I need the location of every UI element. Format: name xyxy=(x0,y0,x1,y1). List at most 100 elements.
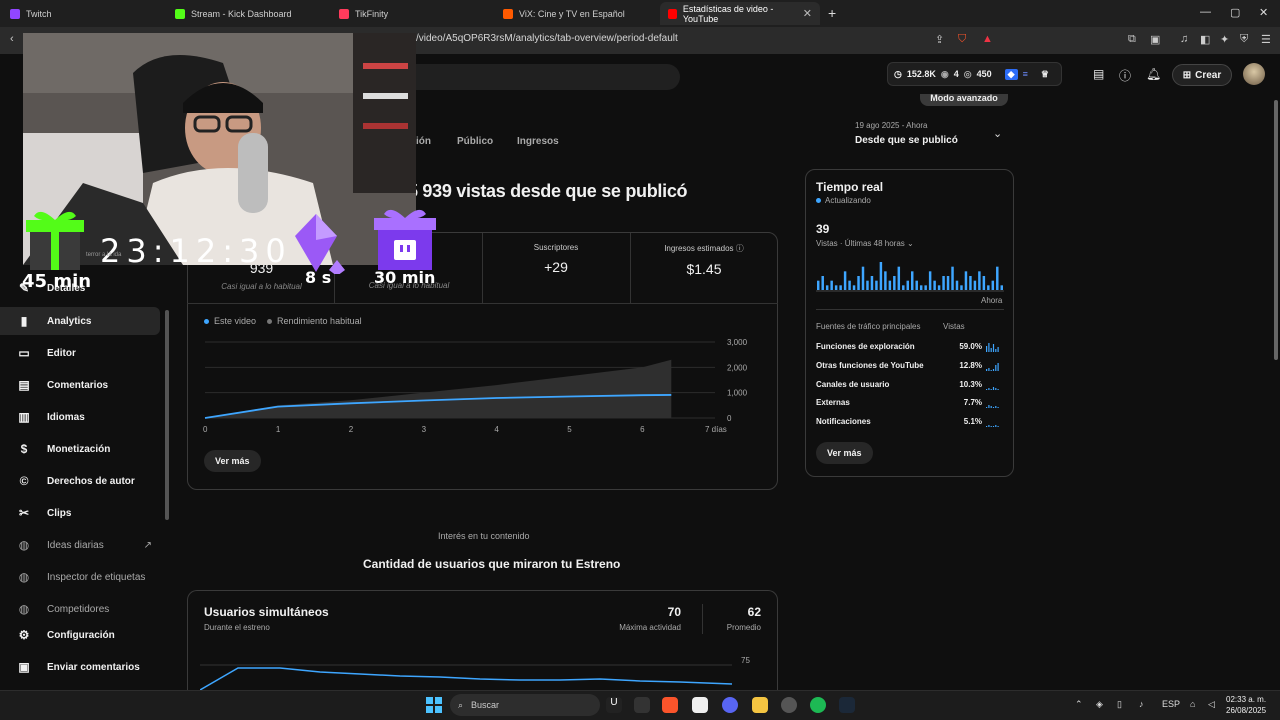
realtime-bar xyxy=(866,280,869,290)
share-icon[interactable]: ⇪ xyxy=(935,33,944,46)
close-tab-icon[interactable]: ✕ xyxy=(803,7,812,20)
tray-chevron-up-icon[interactable]: ⌃ xyxy=(1075,699,1083,710)
traffic-source-name: Funciones de exploración xyxy=(816,342,915,351)
sidebar-item-configuración[interactable]: ⚙ Configuración xyxy=(0,621,160,649)
tab-tikfinity[interactable]: TikFinity xyxy=(331,2,496,25)
channel-stats-pill[interactable]: ◷ 152.8K ◉ 4 ◎ 450 ◆ ≡ ♕ xyxy=(887,62,1062,86)
sidebar-item-inspector-de-etiquetas[interactable]: ◍ Inspector de etiquetas xyxy=(0,563,160,591)
taskbar-clock[interactable]: 02:33 a. m. 26/08/2025 xyxy=(1226,694,1266,716)
keyboard-language[interactable]: ESP xyxy=(1162,699,1180,709)
tray-usb-icon[interactable]: ▯ xyxy=(1117,699,1122,710)
realtime-bar xyxy=(906,280,909,290)
windows-start-icon[interactable] xyxy=(426,697,442,713)
brave-rewards-icon[interactable]: ▲ xyxy=(982,33,993,45)
discord-icon[interactable] xyxy=(722,697,738,713)
concurrent-chart[interactable] xyxy=(200,660,740,690)
sidebar-item-clips[interactable]: ✂ Clips xyxy=(0,499,160,527)
file-explorer-icon[interactable] xyxy=(752,697,768,713)
sidebar-item-enviar-comentarios[interactable]: ▣ Enviar comentarios xyxy=(0,653,160,681)
traffic-source-row[interactable]: Funciones de exploración 59.0% xyxy=(816,342,1006,352)
sidebar-item-label: Inspector de etiquetas xyxy=(47,571,146,583)
tray-network-icon[interactable]: ◈ xyxy=(1096,699,1103,710)
obs-icon[interactable] xyxy=(634,697,650,713)
realtime-views-selector[interactable]: Vistas · Últimas 48 horas ⌄ xyxy=(816,239,914,248)
views-chart[interactable]: 0 1 2 3 4 5 6 7 días 3,000 2,000 1,000 0 xyxy=(195,330,755,440)
minimize-icon[interactable]: — xyxy=(1200,6,1211,18)
back-icon[interactable]: ‹ xyxy=(10,33,14,45)
capcut-icon[interactable] xyxy=(692,697,708,713)
realtime-bar-chart[interactable] xyxy=(816,258,1004,292)
tab-ingresos[interactable]: Ingresos xyxy=(517,136,559,147)
traffic-source-row[interactable]: Otras funciones de YouTube 12.8% xyxy=(816,361,1006,371)
extensions-icon[interactable]: ⧉ xyxy=(1128,33,1136,46)
new-tab-icon[interactable]: + xyxy=(828,5,836,21)
advanced-mode-button[interactable]: Modo avanzado xyxy=(920,94,1008,106)
tab-general[interactable]: ión xyxy=(416,136,431,147)
tab-vix[interactable]: ViX: Cine y TV en Español xyxy=(495,2,660,25)
app-icon[interactable] xyxy=(781,697,797,713)
spark-bar xyxy=(992,369,995,371)
sidebar-toggle-icon[interactable]: ◧ xyxy=(1200,33,1210,46)
notifications-bell-icon[interactable]: 🔔︎ xyxy=(1146,67,1161,81)
traffic-source-pct: 5.1% xyxy=(963,417,982,426)
sidebar-item-ideas-diarias[interactable]: ◍ Ideas diarias ↗ xyxy=(0,531,160,559)
window-close-icon[interactable]: ✕ xyxy=(1259,6,1268,19)
gem-timer: 8 s xyxy=(305,268,332,287)
music-icon[interactable]: ♫ xyxy=(1180,33,1188,45)
tab-youtube-analytics[interactable]: Estadísticas de video - YouTube ✕ xyxy=(660,2,820,25)
realtime-bar xyxy=(893,276,896,290)
spark-bar xyxy=(992,387,995,390)
tab-kick-dashboard[interactable]: Stream - Kick Dashboard xyxy=(167,2,332,25)
create-button[interactable]: ⊞ Crear xyxy=(1172,64,1232,86)
realtime-bar xyxy=(879,262,883,290)
realtime-bar xyxy=(902,285,905,290)
help-icon[interactable]: ⓘ xyxy=(1119,67,1131,84)
sidebar-item-competidores[interactable]: ◍ Competidores xyxy=(0,595,160,623)
taskbar-search-input[interactable]: ⌕ Buscar xyxy=(450,694,600,716)
subtitles-icon[interactable]: ▤ xyxy=(1093,67,1104,81)
page-scrollbar[interactable] xyxy=(1274,100,1278,360)
vpn-icon[interactable]: ⛨ xyxy=(1240,33,1248,46)
brave-shield-icon[interactable]: ⛉ xyxy=(958,33,966,46)
chart-legend: Este video Rendimiento habitual xyxy=(204,316,362,326)
menu-icon[interactable]: ☰ xyxy=(1261,33,1271,46)
traffic-source-row[interactable]: Notificaciones 5.1% xyxy=(816,417,1006,427)
info-icon[interactable]: ⓘ xyxy=(736,244,744,253)
spark-bar xyxy=(995,388,997,390)
spark-bar xyxy=(986,389,988,390)
app-u-icon[interactable]: U xyxy=(606,697,622,713)
metric-subscribers[interactable]: Suscriptores +29 xyxy=(483,243,629,275)
sidebar-item-editor[interactable]: ▭ Editor xyxy=(0,339,160,367)
spark-bar xyxy=(990,426,992,427)
leo-ai-icon[interactable]: ✦ xyxy=(1220,33,1229,46)
tab-twitch[interactable]: Twitch xyxy=(2,2,167,25)
maximize-icon[interactable]: ▢ xyxy=(1230,6,1240,19)
ver-mas-button[interactable]: Ver más xyxy=(204,450,261,472)
period-selector[interactable]: 19 ago 2025 - Ahora Desde que se publicó xyxy=(855,121,958,146)
traffic-source-pct: 7.7% xyxy=(963,398,982,407)
sidebar-item-analytics[interactable]: ▮ Analytics xyxy=(0,307,160,335)
tray-volume-icon[interactable]: ◁ xyxy=(1208,699,1215,710)
tray-wifi-icon[interactable]: ⌂ xyxy=(1190,699,1195,709)
steam-icon[interactable] xyxy=(839,697,855,713)
traffic-source-row[interactable]: Externas 7.7% xyxy=(816,398,1006,408)
tab-publico[interactable]: Público xyxy=(457,136,493,147)
traffic-source-row[interactable]: Canales de usuario 10.3% xyxy=(816,380,1006,390)
realtime-ver-mas-button[interactable]: Ver más xyxy=(816,442,873,464)
url-field[interactable]: /video/A5qOP6R3rsM/analytics/tab-overvie… xyxy=(416,33,678,44)
sidebar-item-derechos-de-autor[interactable]: © Derechos de autor xyxy=(0,467,160,495)
sidebar-item-comentarios[interactable]: ▤ Comentarios xyxy=(0,371,160,399)
add-video-icon: ⊞ xyxy=(1182,69,1192,81)
sidebar-item-idiomas[interactable]: ▥ Idiomas xyxy=(0,403,160,431)
tray-mic-icon[interactable]: ♪ xyxy=(1139,699,1144,709)
spotify-icon[interactable] xyxy=(810,697,826,713)
avatar[interactable] xyxy=(1243,63,1265,85)
tag-icon: ◍ xyxy=(18,570,30,584)
sidebar-item-monetización[interactable]: $ Monetización xyxy=(0,435,160,463)
sidebar-scrollbar[interactable] xyxy=(165,310,169,520)
wallet-icon[interactable]: ▣ xyxy=(1150,33,1160,46)
chevron-down-icon[interactable]: ⌄ xyxy=(993,127,1002,140)
metric-revenue[interactable]: Ingresos estimados ⓘ $1.45 xyxy=(631,243,777,277)
search-input[interactable] xyxy=(410,64,680,90)
brave-icon[interactable] xyxy=(662,697,678,713)
